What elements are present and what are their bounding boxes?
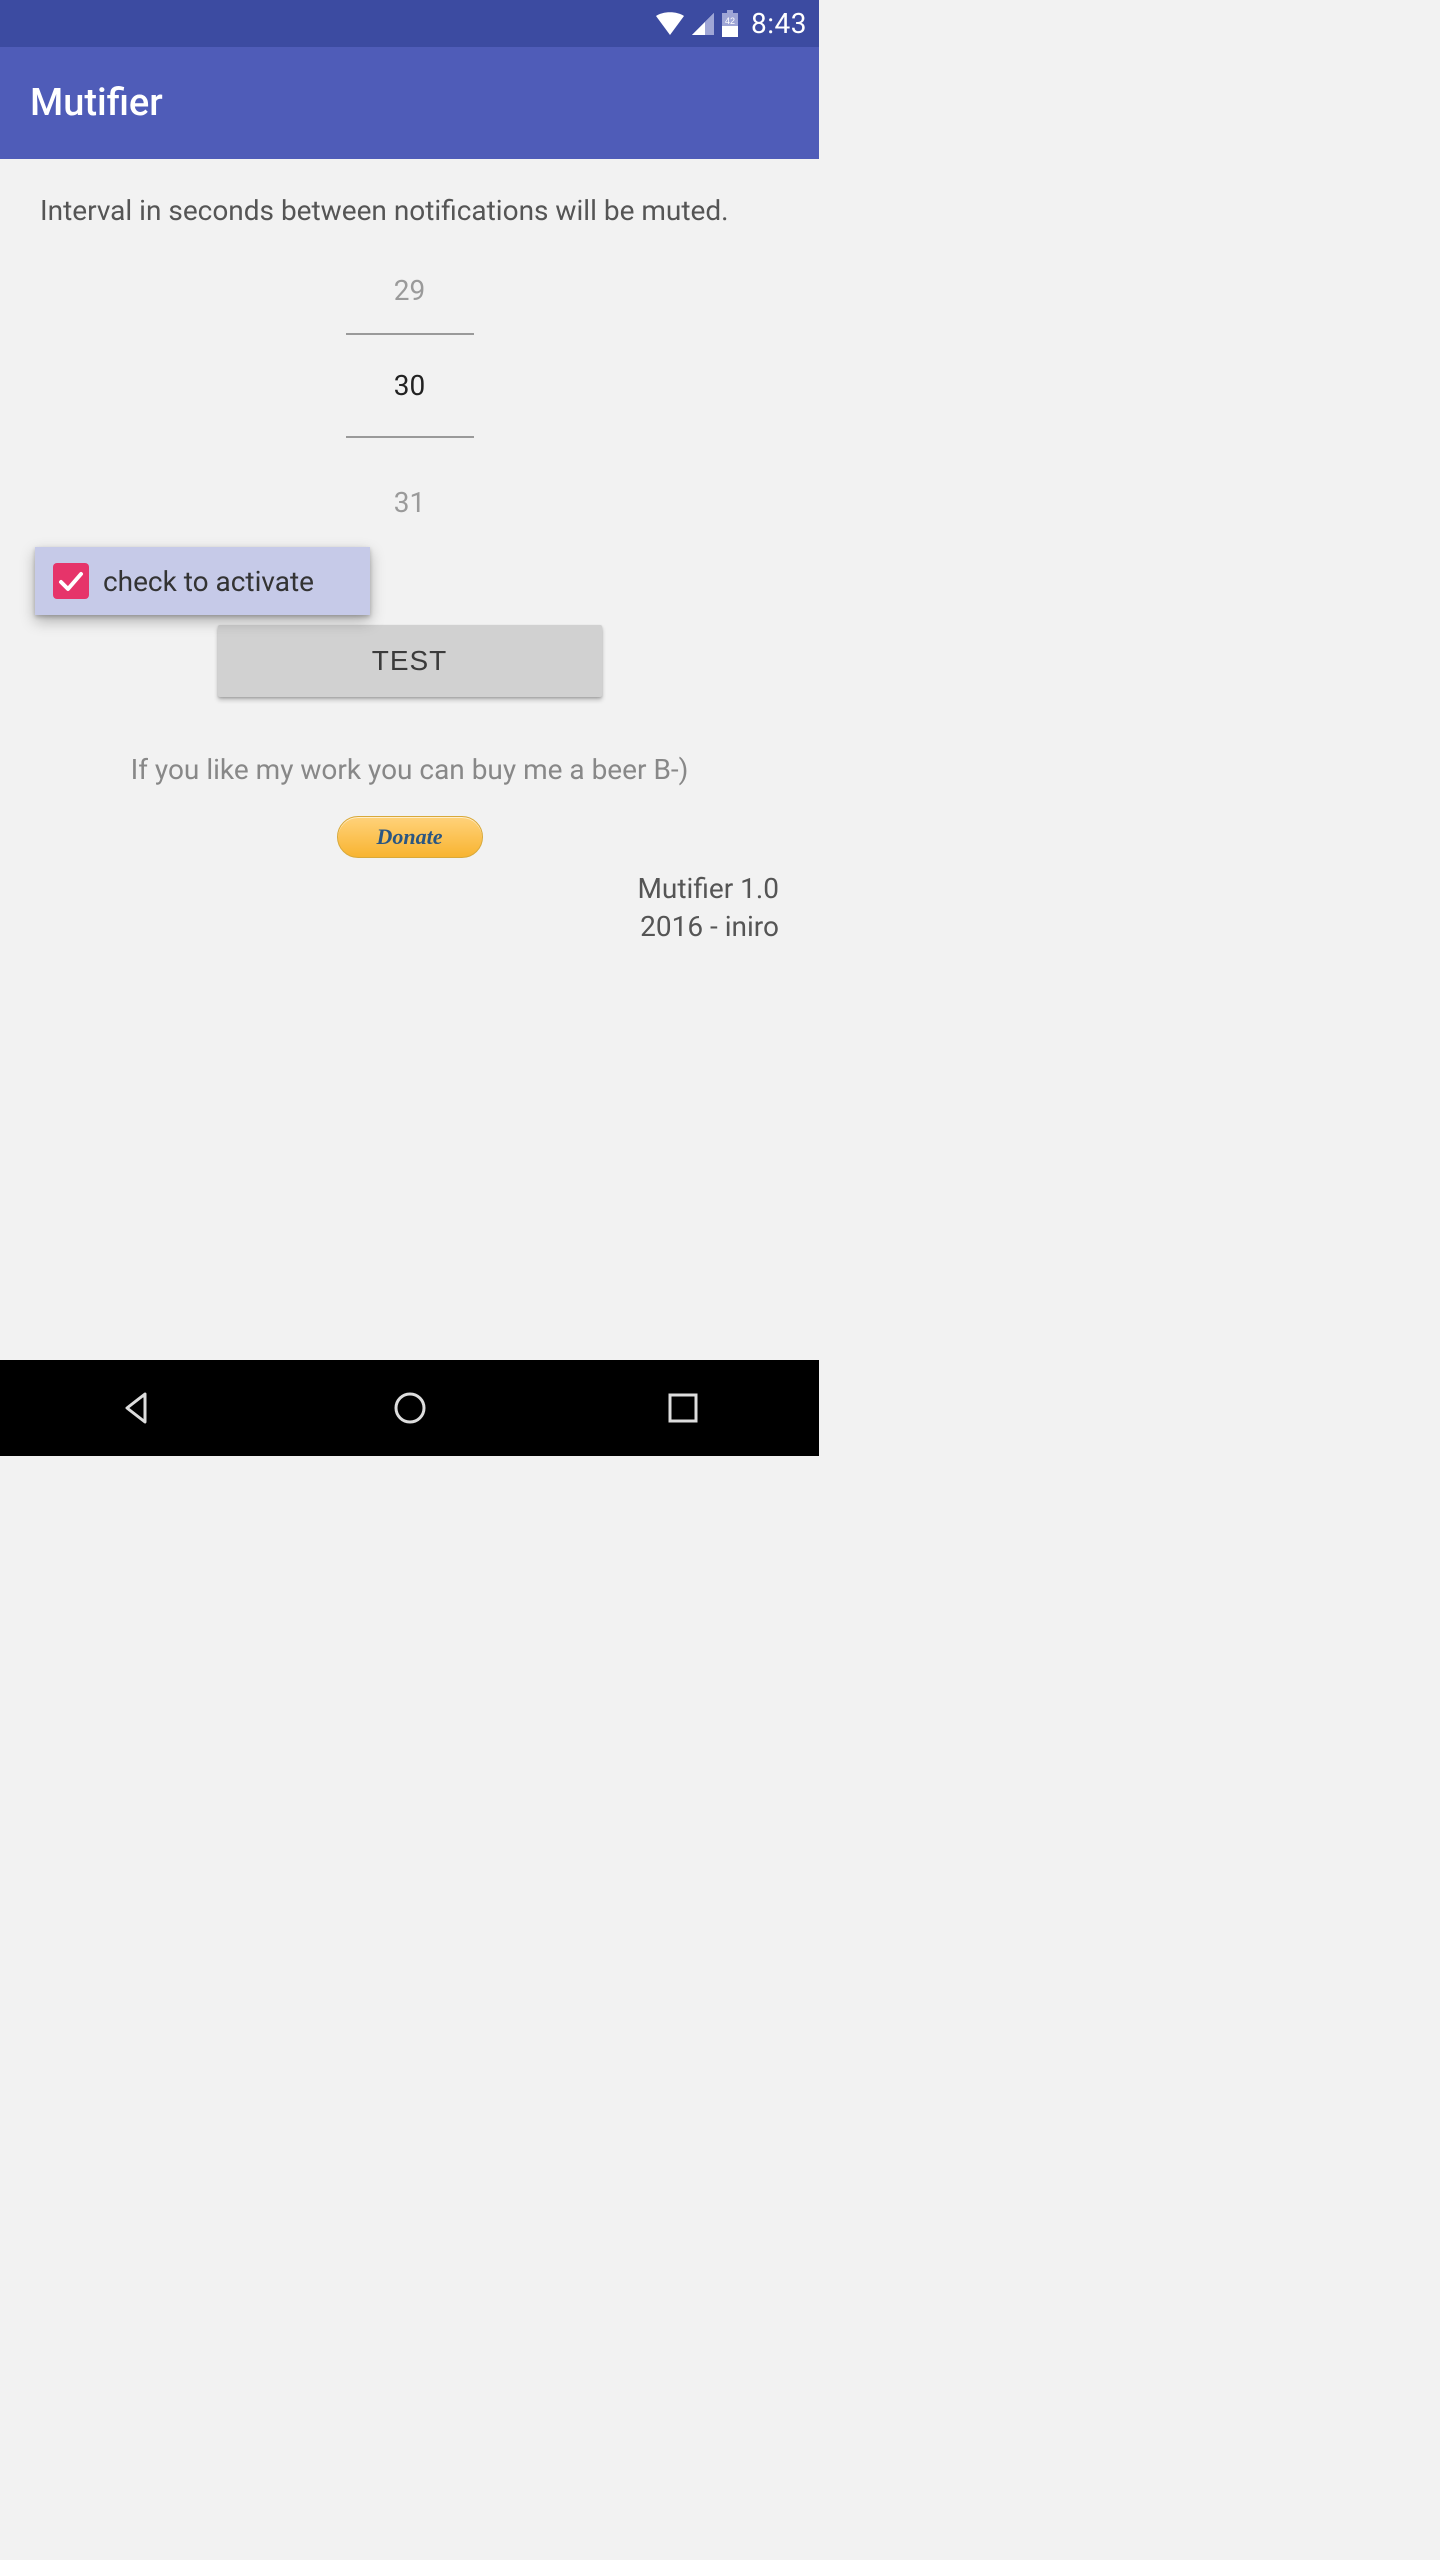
back-icon [117,1388,157,1428]
picker-prev-value[interactable]: 29 [394,254,425,333]
interval-number-picker[interactable]: 29 30 31 [40,254,779,537]
home-icon [390,1388,430,1428]
check-icon [55,565,87,597]
credits: Mutifier 1.0 2016 - iniro [40,870,779,946]
status-bar: 42 8:43 [0,0,819,47]
nav-home-button[interactable] [386,1384,434,1432]
battery-icon: 42 [721,10,739,38]
activate-label: check to activate [103,565,314,598]
donate-button[interactable]: Donate [337,816,483,858]
like-text: If you like my work you can buy me a bee… [40,753,779,786]
interval-description: Interval in seconds between notification… [40,193,779,228]
nav-recent-button[interactable] [659,1384,707,1432]
activate-row[interactable]: check to activate [35,547,370,615]
picker-current-value[interactable]: 30 [394,335,425,436]
navigation-bar [0,1360,819,1456]
credits-author: 2016 - iniro [40,908,779,946]
battery-level-text: 42 [725,16,735,26]
app-bar: Mutifier [0,47,819,159]
app-title: Mutifier [30,81,163,125]
status-time: 8:43 [751,7,807,40]
cellular-icon [691,12,715,36]
test-button[interactable]: TEST [218,625,602,697]
credits-version: Mutifier 1.0 [40,870,779,908]
nav-back-button[interactable] [113,1384,161,1432]
activate-checkbox[interactable] [53,563,89,599]
main-content: Interval in seconds between notification… [0,159,819,946]
wifi-icon [655,12,685,36]
recent-icon [665,1390,701,1426]
donate-label: Donate [377,824,443,850]
picker-next-value[interactable]: 31 [394,438,425,537]
